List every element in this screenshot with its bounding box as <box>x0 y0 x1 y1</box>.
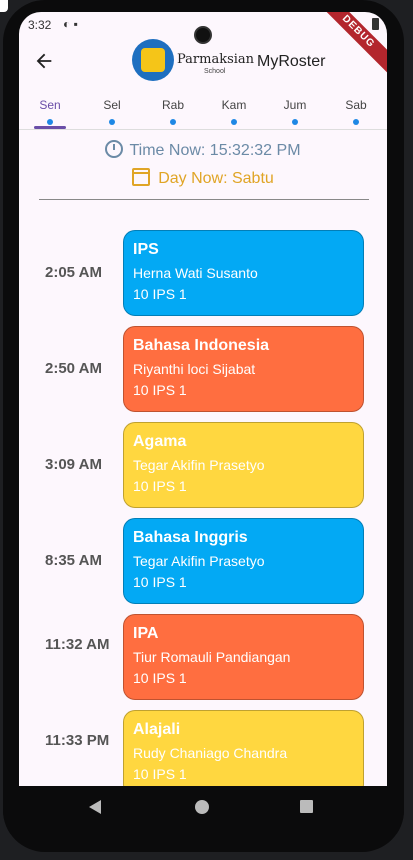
schedule-class: 10 IPS 1 <box>133 382 187 398</box>
schedule-class: 10 IPS 1 <box>133 766 187 782</box>
schedule-subject: IPS <box>133 241 159 258</box>
schedule-card[interactable]: Bahasa Indonesia Riyanthi loci Sijabat 10 … <box>123 326 364 412</box>
clock-icon <box>105 140 124 158</box>
schedule-teacher: Rudy Chaniago Chandra <box>133 745 288 761</box>
tab-dot-icon <box>353 119 359 125</box>
schedule-time: 11:32 AM <box>45 636 110 653</box>
schedule-row: 11:33 PM Alajali Rudy Chaniago Chandra 10 I… <box>19 710 387 786</box>
calendar-icon <box>132 168 151 186</box>
tab-label: Kam <box>221 98 247 112</box>
tab-jum[interactable]: Jum <box>270 98 320 125</box>
nav-back-icon[interactable] <box>89 800 101 814</box>
tab-label: Sel <box>103 98 121 112</box>
tab-dot-icon <box>170 119 176 125</box>
logo-emblem <box>141 48 165 72</box>
tab-label: Rab <box>161 98 184 112</box>
tab-label: Sab <box>345 98 367 112</box>
phone-frame: 3:32 ◐ ▪ DEBUG Parmaksian School MyRoste… <box>3 0 404 852</box>
schedule-card[interactable]: Bahasa Inggris Tegar Akifin Prasetyo 10 IP… <box>123 518 364 604</box>
schedule-card[interactable]: IPS Herna Wati Susanto 10 IPS 1 <box>123 230 364 316</box>
app-bar: Parmaksian School MyRoster <box>19 38 387 86</box>
tab-sab[interactable]: Sab <box>331 98 381 125</box>
day-now-text: Day Now: Sabtu <box>158 170 274 187</box>
schedule-time: 2:50 AM <box>45 360 102 377</box>
schedule-time: 11:33 PM <box>45 732 110 749</box>
schedule-time: 2:05 AM <box>45 264 102 281</box>
nav-recent-icon[interactable] <box>300 800 313 813</box>
info-divider <box>39 199 369 200</box>
schedule-class: 10 IPS 1 <box>133 478 187 494</box>
tabs-divider <box>19 129 387 130</box>
time-now-text: Time Now: 15:32:32 PM <box>129 142 301 159</box>
schedule-class: 10 IPS 1 <box>133 286 187 302</box>
day-tabs: Sen Sel Rab Kam Jum Sab <box>19 94 387 130</box>
day-now: Day Now: Sabtu <box>19 168 387 188</box>
schedule-card[interactable]: IPA Tiur Romauli Pandiangan 10 IPS 1 <box>123 614 364 700</box>
schedule-class: 10 IPS 1 <box>133 574 187 590</box>
tab-dot-icon <box>109 119 115 125</box>
time-now: Time Now: 15:32:32 PM <box>19 140 387 160</box>
schedule-card[interactable]: Agama Tegar Akifin Prasetyo 10 IPS 1 <box>123 422 364 508</box>
school-name: Parmaksian <box>177 52 255 67</box>
school-subtitle: School <box>204 68 226 75</box>
app-screen: 3:32 ◐ ▪ DEBUG Parmaksian School MyRoste… <box>19 12 387 786</box>
schedule-row: 2:05 AM IPS Herna Wati Susanto 10 IPS 1 <box>19 230 387 326</box>
status-icons: ◐ ▪ <box>63 17 78 31</box>
tab-label: Jum <box>283 98 307 112</box>
schedule-teacher: Tegar Akifin Prasetyo <box>133 457 265 473</box>
tab-dot-icon <box>47 119 53 125</box>
schedule-subject: IPA <box>133 625 159 642</box>
battery-icon <box>372 18 379 30</box>
schedule-teacher: Herna Wati Susanto <box>133 265 258 281</box>
schedule-subject: Bahasa Indonesia <box>133 337 270 354</box>
schedule-teacher: Tegar Akifin Prasetyo <box>133 553 265 569</box>
schedule-row: 2:50 AM Bahasa Indonesia Riyanthi loci Sij… <box>19 326 387 422</box>
tab-rab[interactable]: Rab <box>148 98 198 125</box>
schedule-subject: Bahasa Inggris <box>133 529 248 546</box>
schedule-row: 11:32 AM IPA Tiur Romauli Pandiangan 10 IPS… <box>19 614 387 710</box>
tab-label: Sen <box>39 98 61 112</box>
school-logo <box>132 39 174 81</box>
nav-home-icon[interactable] <box>195 800 209 814</box>
schedule-row: 8:35 AM Bahasa Inggris Tegar Akifin Praset… <box>19 518 387 614</box>
app-title: MyRoster <box>257 53 326 70</box>
schedule-teacher: Tiur Romauli Pandiangan <box>133 649 291 665</box>
schedule-time: 3:09 AM <box>45 456 102 473</box>
schedule-subject: Alajali <box>133 721 181 738</box>
tab-dot-icon <box>231 119 237 125</box>
schedule-class: 10 IPS 1 <box>133 670 187 686</box>
tab-kam[interactable]: Kam <box>209 98 259 125</box>
schedule-card[interactable]: Alajali Rudy Chaniago Chandra 10 IPS 1 <box>123 710 364 786</box>
mouse-cursor-icon <box>0 0 8 12</box>
schedule-time: 8:35 AM <box>45 552 102 569</box>
tab-sen[interactable]: Sen <box>25 98 75 125</box>
tab-sel[interactable]: Sel <box>87 98 137 125</box>
tab-dot-icon <box>292 119 298 125</box>
schedule-row: 3:09 AM Agama Tegar Akifin Prasetyo 10 IPS … <box>19 422 387 518</box>
back-arrow-icon[interactable] <box>33 50 55 72</box>
schedule-subject: Agama <box>133 433 187 450</box>
system-nav-bar <box>3 786 404 834</box>
status-time: 3:32 <box>28 18 52 32</box>
schedule-teacher: Riyanthi loci Sijabat <box>133 361 256 377</box>
